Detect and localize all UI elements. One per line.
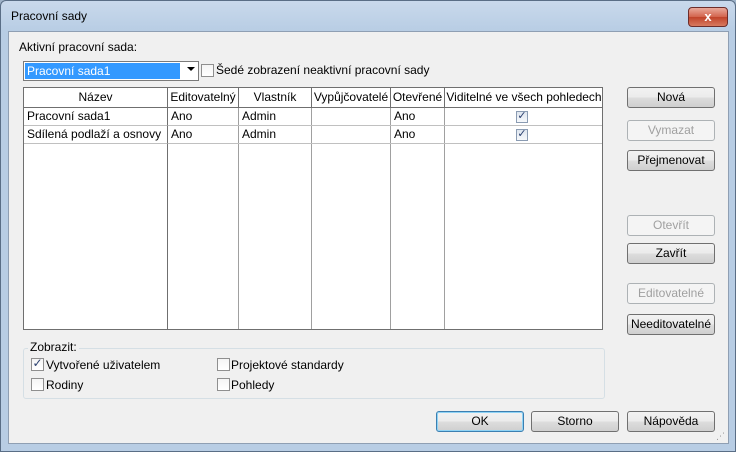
cancel-button[interactable]: Storno bbox=[531, 411, 619, 432]
editable-button[interactable]: Editovatelné bbox=[627, 283, 715, 304]
help-button[interactable]: Nápověda bbox=[627, 411, 715, 432]
views-checkbox[interactable] bbox=[217, 378, 230, 391]
header-owner[interactable]: Vlastník bbox=[239, 88, 312, 108]
row-opened-cell[interactable]: Ano bbox=[391, 108, 445, 126]
families-label: Rodiny bbox=[46, 378, 84, 392]
header-borrowers[interactable]: Vypůjčovatelé bbox=[312, 88, 391, 108]
project-standards-label: Projektové standardy bbox=[231, 358, 344, 372]
row-borrowers-cell[interactable] bbox=[312, 126, 391, 144]
visible-all-checkbox[interactable]: ✓ bbox=[516, 110, 528, 123]
resize-grip-icon[interactable]: ⋰ bbox=[716, 431, 726, 441]
delete-button[interactable]: Vymazat bbox=[627, 120, 715, 141]
row-name-cell[interactable]: Sdílená podlaží a osnovy bbox=[24, 126, 168, 144]
row-borrowers-cell[interactable] bbox=[312, 108, 391, 126]
gray-inactive-checkbox[interactable] bbox=[201, 64, 214, 77]
active-workset-label: Aktivní pracovní sada: bbox=[19, 40, 138, 54]
project-standards-checkbox[interactable] bbox=[217, 358, 230, 371]
chevron-down-icon[interactable] bbox=[187, 67, 195, 71]
user-created-checkbox[interactable]: ✓ bbox=[31, 356, 44, 371]
views-label: Pohledy bbox=[231, 378, 275, 392]
row-owner-cell[interactable]: Admin bbox=[239, 108, 312, 126]
rename-button[interactable]: Přejmenovat bbox=[627, 150, 715, 171]
families-checkbox[interactable] bbox=[31, 378, 44, 391]
check-icon: ✓ bbox=[517, 128, 527, 140]
worksets-dialog: Pracovní sady x Aktivní pracovní sada: P… bbox=[0, 0, 736, 452]
active-workset-select[interactable]: Pracovní sada1 bbox=[23, 61, 199, 81]
user-created-label: Vytvořené uživatelem bbox=[46, 358, 161, 372]
show-groupbox bbox=[23, 348, 605, 399]
row-editable-cell[interactable]: Ano bbox=[168, 126, 239, 144]
check-icon: ✓ bbox=[32, 356, 43, 370]
row-visible-all-cell[interactable]: ✓ bbox=[445, 126, 602, 144]
gray-inactive-label: Šedé zobrazení neaktivní pracovní sady bbox=[216, 63, 430, 77]
header-name[interactable]: Název bbox=[24, 88, 168, 108]
active-workset-value: Pracovní sada1 bbox=[25, 63, 180, 79]
header-visible-all[interactable]: Viditelné ve všech pohledech bbox=[445, 88, 602, 108]
header-opened[interactable]: Otevřené bbox=[391, 88, 445, 108]
header-editable[interactable]: Editovatelný bbox=[168, 88, 239, 108]
close-icon: x bbox=[704, 9, 712, 24]
window-title: Pracovní sady bbox=[11, 9, 88, 23]
non-editable-button[interactable]: Needitovatelné bbox=[627, 314, 715, 335]
row-owner-cell[interactable]: Admin bbox=[239, 126, 312, 144]
row-visible-all-cell[interactable]: ✓ bbox=[445, 108, 602, 126]
worksets-table[interactable]: Název Editovatelný Vlastník Vypůjčovatel… bbox=[23, 87, 603, 330]
title-bar[interactable]: Pracovní sady x bbox=[1, 1, 735, 31]
row-opened-cell[interactable]: Ano bbox=[391, 126, 445, 144]
check-icon: ✓ bbox=[517, 110, 527, 122]
ok-button[interactable]: OK bbox=[436, 411, 524, 432]
open-button[interactable]: Otevřít bbox=[627, 215, 715, 236]
show-group-title: Zobrazit: bbox=[28, 340, 79, 354]
close-button[interactable]: Zavřít bbox=[627, 243, 715, 264]
visible-all-checkbox[interactable]: ✓ bbox=[516, 128, 528, 141]
row-name-cell[interactable]: Pracovní sada1 bbox=[24, 108, 168, 126]
row-editable-cell[interactable]: Ano bbox=[168, 108, 239, 126]
dialog-body: Aktivní pracovní sada: Pracovní sada1 Še… bbox=[8, 31, 729, 444]
new-workset-button[interactable]: Nová bbox=[627, 87, 715, 108]
close-window-button[interactable]: x bbox=[688, 7, 728, 27]
